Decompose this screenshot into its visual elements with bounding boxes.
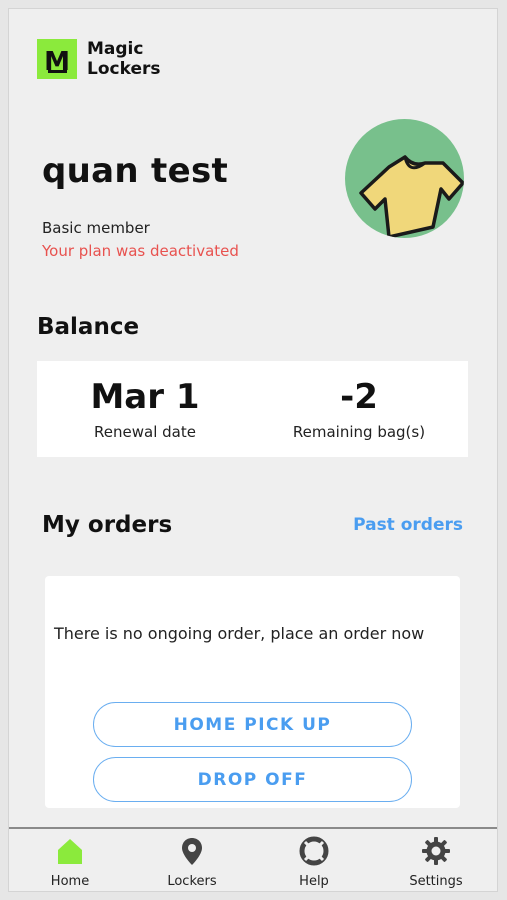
- nav-label-settings: Settings: [409, 874, 463, 889]
- bags-stat: -2 Remaining bag(s): [259, 375, 459, 441]
- drop-off-button[interactable]: DROP OFF: [93, 757, 412, 802]
- home-icon: [58, 839, 82, 864]
- nav-item-lockers[interactable]: Lockers: [131, 829, 253, 891]
- remaining-bags-label: Remaining bag(s): [292, 423, 426, 441]
- past-orders-link[interactable]: Past orders: [353, 515, 463, 535]
- empty-orders-message: There is no ongoing order, place an orde…: [54, 624, 425, 643]
- map-pin-icon: [182, 838, 202, 865]
- lifebuoy-icon: [299, 836, 329, 866]
- gear-icon: [422, 837, 450, 865]
- user-name: quan test: [42, 151, 229, 191]
- nav-label-help: Help: [299, 874, 329, 889]
- t-shirt-icon: [359, 155, 464, 238]
- avatar[interactable]: [345, 119, 464, 238]
- orders-card: There is no ongoing order, place an orde…: [45, 576, 460, 808]
- app-screen: M Magic Lockers quan test Basic member Y…: [8, 8, 498, 892]
- renewal-date-label: Renewal date: [94, 423, 196, 441]
- logo-glyph: M: [44, 47, 70, 77]
- balance-card: Mar 1 Renewal date -2 Remaining bag(s): [37, 361, 468, 457]
- nav-item-settings[interactable]: Settings: [375, 829, 497, 891]
- brand-name: Magic Lockers: [87, 39, 161, 79]
- remaining-bags-value: -2: [340, 377, 378, 417]
- nav-label-home: Home: [50, 874, 90, 889]
- bottom-nav: Home Lockers Help Settings: [9, 827, 497, 891]
- renewal-date-value: Mar 1: [90, 377, 200, 417]
- brand-header: M Magic Lockers: [37, 39, 177, 79]
- membership-plan: Basic member: [42, 219, 150, 237]
- balance-title: Balance: [37, 314, 140, 340]
- renewal-stat: Mar 1 Renewal date: [45, 375, 245, 441]
- nav-label-lockers: Lockers: [167, 874, 217, 889]
- plan-status: Your plan was deactivated: [42, 242, 239, 260]
- app-logo: M: [37, 39, 77, 79]
- orders-title: My orders: [42, 512, 173, 538]
- home-pickup-button[interactable]: HOME PICK UP: [93, 702, 412, 747]
- nav-item-help[interactable]: Help: [253, 829, 375, 891]
- nav-item-home[interactable]: Home: [9, 829, 131, 891]
